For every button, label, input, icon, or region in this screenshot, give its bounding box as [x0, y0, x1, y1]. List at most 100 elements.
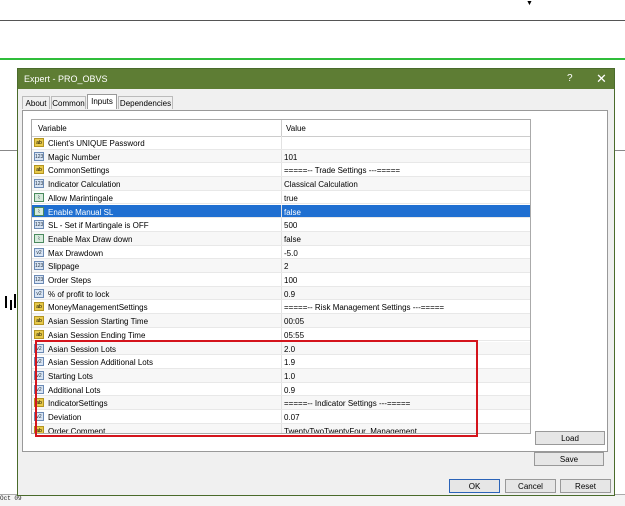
variable-value[interactable]: =====-- Risk Management Settings ---====… — [284, 303, 444, 312]
variable-value[interactable]: 05:55 — [284, 331, 304, 340]
table-row[interactable]: v2 % of profit to lock 0.9 — [32, 286, 530, 301]
expert-dialog: Expert - PRO_OBVS ? ✕ About Common Input… — [17, 68, 615, 496]
variable-name: MoneyManagementSettings — [48, 303, 148, 313]
variable-value[interactable]: 0.9 — [284, 386, 295, 395]
param-type-ab-icon: ab — [34, 138, 44, 147]
variable-name: Additional Lots — [48, 385, 101, 395]
table-row[interactable]: v2 Max Drawdown -5.0 — [32, 245, 530, 260]
variable-name: Enable Manual SL — [48, 207, 114, 217]
cell-divider — [281, 136, 282, 149]
close-button[interactable]: ✕ — [596, 71, 607, 87]
param-type-ab-icon: ab — [34, 316, 44, 326]
tab-about[interactable]: About — [22, 96, 50, 109]
cell-divider — [281, 204, 282, 218]
variable-name: Asian Session Ending Time — [48, 330, 146, 340]
table-row[interactable]: ab Order Comment TwentyTwoTwentyFour_Manag… — [32, 423, 530, 433]
table-row[interactable]: 123 Slippage 2 — [32, 259, 530, 273]
variable-value[interactable]: =====-- Trade Settings ---===== — [284, 166, 400, 175]
variable-value[interactable]: Classical Calculation — [284, 180, 358, 189]
reset-button[interactable]: Reset — [560, 479, 611, 493]
table-row[interactable]: ⌇ Allow Marintingale true — [32, 190, 530, 205]
table-row[interactable]: v2 Additional Lots 0.9 — [32, 382, 530, 397]
chart-level-line — [615, 150, 625, 151]
variable-value[interactable]: 100 — [284, 276, 297, 285]
cell-divider — [281, 259, 282, 272]
variable-value[interactable]: TwentyTwoTwentyFour_Management — [284, 427, 417, 433]
save-button[interactable]: Save — [534, 452, 604, 466]
variable-value[interactable]: 1.9 — [284, 358, 295, 367]
tab-common[interactable]: Common — [51, 96, 86, 109]
chart-top-line — [0, 20, 625, 21]
variable-value[interactable]: false — [284, 208, 301, 217]
param-type-ab-icon: ab — [34, 425, 44, 433]
param-type-ab-icon: ab — [34, 398, 44, 408]
variable-value[interactable]: 2.0 — [284, 345, 295, 354]
chart-level-line — [0, 150, 17, 151]
cell-divider — [281, 190, 282, 204]
param-type-v2-icon: v2 — [34, 357, 44, 367]
variable-value[interactable]: 0.9 — [284, 290, 295, 299]
inputs-table: Variable Value ab Client's UNIQUE Passwor… — [31, 119, 531, 434]
param-type-chart-icon: ⌇ — [34, 233, 44, 243]
table-row[interactable]: 123 SL - Set if Martingale is OFF 500 — [32, 218, 530, 232]
table-row[interactable]: ab Client's UNIQUE Password — [32, 136, 530, 150]
variable-name: Slippage — [48, 262, 80, 272]
chart-candle — [14, 294, 16, 308]
param-type-ab-icon: ab — [34, 165, 44, 175]
table-row[interactable]: ab CommonSettings =====-- Trade Settings -… — [32, 163, 530, 178]
tab-inputs[interactable]: Inputs — [87, 94, 117, 109]
param-type-ab-icon: ab — [34, 329, 44, 339]
variable-value[interactable]: 101 — [284, 153, 297, 162]
variable-value[interactable]: 00:05 — [284, 317, 304, 326]
variable-value[interactable]: 500 — [284, 221, 297, 230]
cell-divider — [281, 327, 282, 341]
variable-value[interactable]: 0.07 — [284, 413, 300, 422]
table-row[interactable]: v2 Asian Session Lots 2.0 — [32, 341, 530, 356]
param-type-123-icon: 123 — [34, 179, 44, 189]
help-button[interactable]: ? — [567, 73, 573, 84]
cell-divider — [281, 149, 282, 163]
cell-divider — [281, 396, 282, 409]
param-type-v2-icon: v2 — [34, 412, 44, 421]
variable-value[interactable]: -5.0 — [284, 249, 298, 258]
variable-column-header[interactable]: Variable — [38, 124, 67, 133]
variable-name: Enable Max Draw down — [48, 234, 133, 244]
variable-name: CommonSettings — [48, 166, 110, 176]
table-row[interactable]: ⌇ Enable Manual SL false — [32, 204, 530, 219]
table-row[interactable]: ab Asian Session Ending Time 05:55 — [32, 327, 530, 342]
variable-value[interactable]: false — [284, 235, 301, 244]
table-row[interactable]: v2 Starting Lots 1.0 — [32, 368, 530, 383]
date-label: Oct 09 — [0, 495, 22, 502]
column-divider[interactable] — [281, 120, 282, 136]
cell-divider — [281, 410, 282, 423]
cell-divider — [281, 382, 282, 396]
variable-value[interactable]: true — [284, 194, 298, 203]
variable-name: Starting Lots — [48, 371, 93, 381]
ok-button[interactable]: OK — [449, 479, 500, 493]
table-row[interactable]: 123 Indicator Calculation Classical Calcul… — [32, 177, 530, 191]
load-button[interactable]: Load — [535, 431, 605, 445]
cell-divider — [281, 273, 282, 286]
variable-value[interactable]: 1.0 — [284, 372, 295, 381]
table-row[interactable]: 123 Magic Number 101 — [32, 149, 530, 164]
table-row[interactable]: ab IndicatorSettings =====-- Indicator Set… — [32, 396, 530, 410]
variable-value[interactable]: 2 — [284, 262, 288, 271]
table-row[interactable]: ab MoneyManagementSettings =====-- Risk Ma… — [32, 300, 530, 315]
variable-name: Max Drawdown — [48, 248, 104, 258]
variable-name: SL - Set if Martingale is OFF — [48, 221, 149, 231]
param-type-v2-icon: v2 — [34, 247, 44, 257]
variable-value[interactable]: =====-- Indicator Settings ---===== — [284, 399, 410, 408]
table-row[interactable]: 123 Order Steps 100 — [32, 273, 530, 287]
table-row[interactable]: ⌇ Enable Max Draw down false — [32, 231, 530, 246]
param-type-v2-icon: v2 — [34, 343, 44, 353]
table-row[interactable]: ab Asian Session Starting Time 00:05 — [32, 314, 530, 328]
table-row[interactable]: v2 Asian Session Additional Lots 1.9 — [32, 355, 530, 369]
param-type-ab-icon: ab — [34, 302, 44, 312]
cancel-button[interactable]: Cancel — [505, 479, 556, 493]
tab-dependencies[interactable]: Dependencies — [118, 96, 173, 109]
value-column-header[interactable]: Value — [286, 124, 306, 133]
table-row[interactable]: v2 Deviation 0.07 — [32, 410, 530, 424]
cell-divider — [281, 355, 282, 368]
inputs-panel: Variable Value ab Client's UNIQUE Passwor… — [22, 110, 608, 452]
variable-name: Magic Number — [48, 152, 101, 162]
